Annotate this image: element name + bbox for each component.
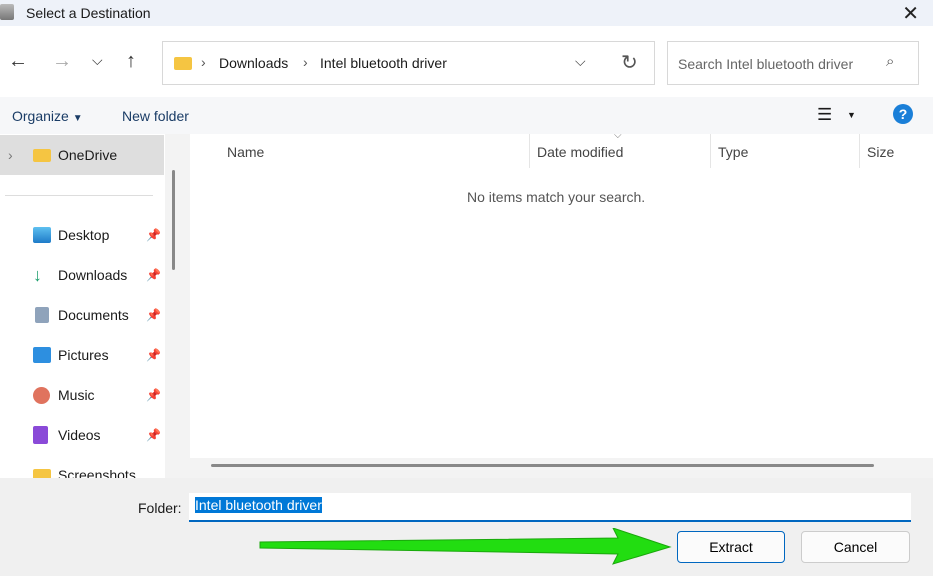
search-placeholder: Search Intel bluetooth driver <box>678 56 854 72</box>
sort-chevron-icon: ⌵ <box>614 130 622 141</box>
caret-down-icon: ▼ <box>72 113 83 124</box>
sidebar-item-desktop[interactable]: Desktop 📌 <box>0 215 165 255</box>
breadcrumb-current[interactable]: Intel bluetooth driver <box>320 55 447 71</box>
organize-label: Organize <box>12 108 69 124</box>
music-icon <box>33 386 50 404</box>
sidebar-item-label: Downloads <box>58 267 128 283</box>
pictures-icon <box>33 347 51 363</box>
cancel-button[interactable]: Cancel <box>801 531 910 563</box>
videos-icon <box>33 426 48 444</box>
empty-message: No items match your search. <box>467 189 646 205</box>
view-caret-down-icon[interactable]: ▼ <box>847 110 856 120</box>
app-icon <box>0 4 14 20</box>
sidebar-scrollbar-thumb[interactable] <box>172 170 175 270</box>
search-icon[interactable]: ⌕ <box>886 53 894 70</box>
navigation-pane: › OneDrive Desktop 📌 ↓ Downloads 📌 Document… <box>0 134 165 478</box>
sidebar-item-pictures[interactable]: Pictures 📌 <box>0 335 165 375</box>
address-bar[interactable]: › Downloads › Intel bluetooth driver ⌵ ↻ <box>162 41 655 85</box>
recent-chevron-down-icon[interactable]: ⌵ <box>92 52 103 69</box>
file-list: Name ⌵ Date modified Type Size No items … <box>190 130 933 478</box>
up-icon[interactable]: ↑ <box>126 50 136 73</box>
column-name[interactable]: Name <box>227 144 264 160</box>
green-arrow-annotation <box>259 528 672 565</box>
new-folder-button[interactable]: New folder <box>122 108 189 124</box>
title-bar: Select a Destination ✕ <box>0 0 933 26</box>
folder-input-value: Intel bluetooth driver <box>195 497 322 513</box>
window-title: Select a Destination <box>26 5 151 21</box>
command-bar: Organize ▼ New folder ☰ ▼ ? <box>0 97 933 134</box>
folder-icon <box>174 57 192 70</box>
pin-icon: 📌 <box>146 268 161 282</box>
folder-icon <box>33 148 51 162</box>
refresh-icon[interactable]: ↻ <box>621 50 638 75</box>
column-divider[interactable] <box>710 134 711 168</box>
column-date-modified[interactable]: Date modified <box>537 144 623 160</box>
sidebar-item-screenshots[interactable]: Screenshots <box>0 455 165 478</box>
desktop-icon <box>33 227 51 243</box>
sidebar-item-videos[interactable]: Videos 📌 <box>0 415 165 455</box>
sidebar-scrollbar-track[interactable] <box>165 134 190 478</box>
folder-input[interactable]: Intel bluetooth driver <box>189 493 911 522</box>
pin-icon: 📌 <box>146 308 161 322</box>
back-icon[interactable]: ← <box>8 50 28 73</box>
pin-icon: 📌 <box>146 348 161 362</box>
help-icon[interactable]: ? <box>893 104 913 124</box>
sidebar-item-documents[interactable]: Documents 📌 <box>0 295 165 335</box>
horizontal-scrollbar-track[interactable] <box>190 458 933 478</box>
search-input[interactable]: Search Intel bluetooth driver ⌕ <box>667 41 919 85</box>
pin-icon: 📌 <box>146 388 161 402</box>
document-icon <box>35 307 49 323</box>
folder-icon <box>33 468 51 478</box>
breadcrumb-downloads[interactable]: Downloads <box>219 55 288 71</box>
expand-chevron-icon[interactable]: › <box>8 147 13 163</box>
download-icon: ↓ <box>33 265 42 285</box>
extract-button[interactable]: Extract <box>677 531 785 563</box>
column-divider[interactable] <box>529 134 530 168</box>
sidebar-item-label: Desktop <box>58 227 110 243</box>
sidebar-item-downloads[interactable]: ↓ Downloads 📌 <box>0 255 165 295</box>
forward-icon[interactable]: → <box>52 50 72 73</box>
column-divider[interactable] <box>859 134 860 168</box>
breadcrumb-chevron-icon: › <box>303 54 308 70</box>
sidebar-item-music[interactable]: Music 📌 <box>0 375 165 415</box>
column-type[interactable]: Type <box>718 144 748 160</box>
sidebar-item-label: OneDrive <box>58 147 118 163</box>
organize-button[interactable]: Organize ▼ <box>12 108 83 124</box>
sidebar-item-label: Music <box>58 387 95 403</box>
sidebar-item-label: Screenshots <box>58 467 136 478</box>
column-size[interactable]: Size <box>867 144 894 160</box>
sidebar-item-label: Documents <box>58 307 129 323</box>
horizontal-scrollbar-thumb[interactable] <box>211 464 874 467</box>
breadcrumb-chevron-icon: › <box>201 54 206 70</box>
pin-icon: 📌 <box>146 428 161 442</box>
divider <box>5 195 153 196</box>
folder-label: Folder: <box>138 500 182 516</box>
history-chevron-down-icon[interactable]: ⌵ <box>575 53 586 70</box>
sidebar-item-label: Pictures <box>58 347 109 363</box>
sidebar-item-onedrive[interactable]: › OneDrive <box>0 135 164 175</box>
close-icon[interactable]: ✕ <box>902 1 919 26</box>
pin-icon: 📌 <box>146 228 161 242</box>
sidebar-item-label: Videos <box>58 427 101 443</box>
view-list-icon[interactable]: ☰ <box>817 105 832 125</box>
